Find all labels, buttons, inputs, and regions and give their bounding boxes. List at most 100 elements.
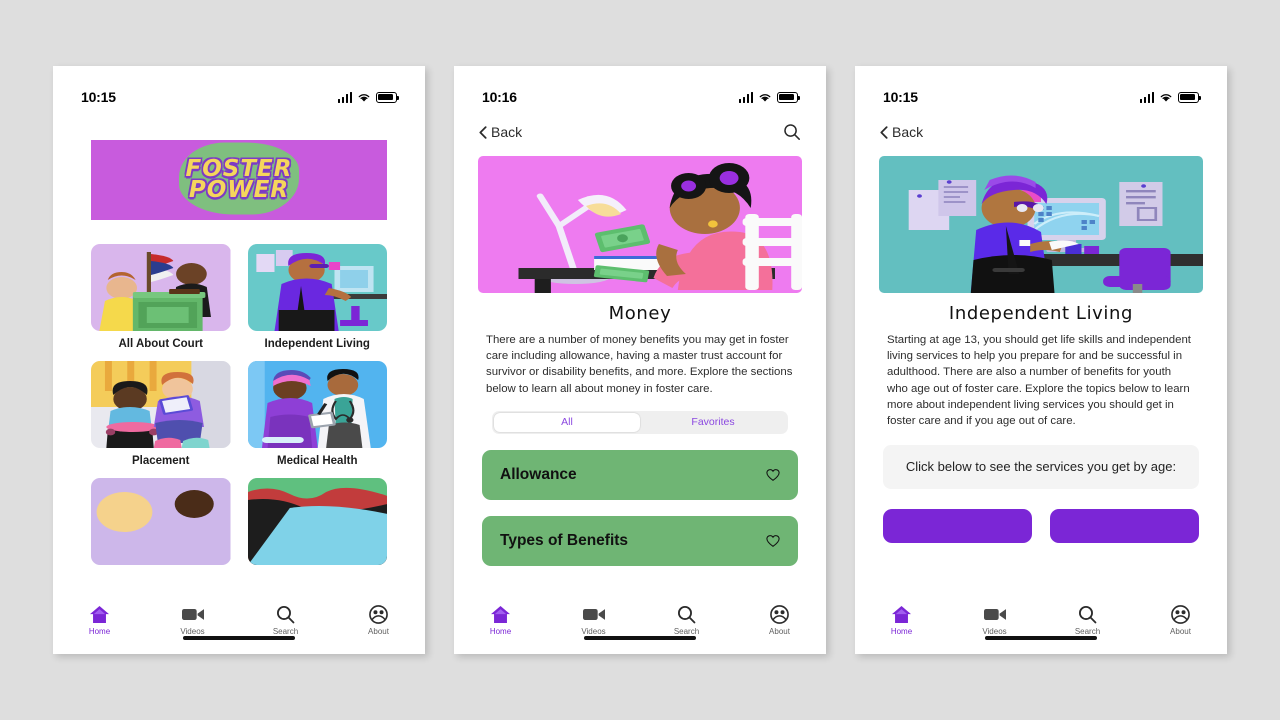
status-icons: [1139, 91, 1202, 103]
woman-counting-money-at-desk-illustration: [478, 156, 802, 293]
phone-screen-home: 10:15 FOSTER POWER All About Court Indep…: [53, 66, 425, 654]
status-bar: 10:15: [53, 66, 425, 116]
heart-outline-icon[interactable]: [766, 468, 780, 482]
wifi-icon: [759, 93, 771, 102]
tab-search[interactable]: Search: [640, 605, 733, 636]
status-icons: [738, 91, 801, 103]
logo-line-2: POWER: [188, 177, 290, 203]
page-title: Independent Living: [948, 303, 1134, 324]
tab-about[interactable]: About: [733, 605, 826, 636]
cellular-signal-icon: [337, 91, 352, 103]
bottom-tab-bar: Home Videos Search About: [53, 599, 425, 654]
tile-partial-left[interactable]: [91, 478, 231, 571]
two-youth-reading-illustration: [91, 361, 231, 449]
search-icon: [276, 605, 295, 624]
cellular-signal-icon: [738, 91, 753, 103]
cellular-signal-icon: [1139, 91, 1154, 103]
wifi-icon: [1160, 93, 1172, 102]
money-scroll-body[interactable]: Money There are a number of money benefi…: [454, 148, 826, 654]
tab-search[interactable]: Search: [1041, 605, 1134, 636]
age-range-button-2[interactable]: [1050, 509, 1199, 544]
people-circle-icon: [1171, 605, 1190, 624]
age-range-button-1[interactable]: [883, 509, 1032, 544]
tab-videos[interactable]: Videos: [948, 605, 1041, 636]
bottom-tab-bar: Home Videos Search About: [454, 599, 826, 654]
status-bar: 10:15: [855, 66, 1227, 116]
tile-independent-living[interactable]: Independent Living: [247, 244, 387, 351]
filter-segmented-control: All Favorites: [492, 410, 788, 434]
back-label: Back: [892, 124, 924, 140]
home-scroll-body[interactable]: FOSTER POWER All About Court Independent…: [53, 116, 425, 654]
tile-partial-right[interactable]: [247, 478, 387, 571]
back-button[interactable]: Back: [880, 124, 923, 140]
tile-label: All About Court: [118, 338, 204, 350]
topic-card-label: Types of Benefits: [500, 531, 629, 549]
back-button[interactable]: Back: [479, 124, 522, 140]
tab-about[interactable]: About: [332, 605, 425, 636]
tab-label: Search: [272, 627, 299, 636]
battery-icon: [777, 91, 801, 103]
cta-banner: Click below to see the services you get …: [883, 445, 1199, 490]
office-desk-illustration: [247, 244, 387, 331]
home-indicator: [985, 636, 1097, 640]
tile-medical-health[interactable]: Medical Health: [247, 361, 387, 468]
search-button[interactable]: [783, 123, 801, 141]
back-label: Back: [491, 124, 523, 140]
tab-label: Home: [489, 627, 512, 636]
search-icon: [1078, 605, 1097, 624]
category-tile-grid: All About Court Independent Living Place…: [91, 244, 387, 571]
status-bar: 10:16: [454, 66, 826, 116]
tab-videos[interactable]: Videos: [146, 605, 239, 636]
bottom-tab-bar: Home Videos Search About: [855, 599, 1227, 654]
topic-card-types-of-benefits[interactable]: Types of Benefits: [482, 515, 798, 566]
independent-living-scroll-body[interactable]: Independent Living Starting at age 13, y…: [855, 148, 1227, 654]
tile-placement[interactable]: Placement: [91, 361, 231, 468]
tab-home[interactable]: Home: [855, 605, 948, 636]
status-time: 10:15: [883, 89, 918, 105]
home-icon: [490, 605, 511, 624]
foster-power-logo-banner[interactable]: FOSTER POWER: [91, 140, 387, 220]
tab-label: Videos: [581, 627, 606, 636]
screenshot-stage: 10:15 FOSTER POWER All About Court Indep…: [0, 0, 1280, 720]
heart-outline-icon[interactable]: [766, 534, 780, 548]
tab-label: About: [368, 627, 389, 636]
video-camera-icon: [181, 605, 204, 624]
video-camera-icon: [983, 605, 1006, 624]
tab-label: Home: [88, 627, 111, 636]
tile-label: Medical Health: [276, 455, 358, 468]
people-circle-icon: [770, 605, 789, 624]
partial-tile-illustration-right: [247, 478, 387, 566]
chevron-left-icon: [479, 125, 487, 139]
tab-label: About: [1170, 627, 1191, 636]
home-indicator: [584, 636, 696, 640]
tab-label: Search: [673, 627, 700, 636]
status-time: 10:15: [81, 89, 116, 105]
phone-screen-independent-living: 10:15 Back Independent Living Starting a…: [855, 66, 1227, 654]
doctor-and-patient-illustration: [247, 361, 387, 449]
status-icons: [337, 91, 400, 103]
home-indicator: [183, 636, 295, 640]
tab-videos[interactable]: Videos: [547, 605, 640, 636]
tab-home[interactable]: Home: [454, 605, 547, 636]
battery-icon: [1178, 91, 1202, 103]
segment-all[interactable]: All: [494, 412, 640, 432]
tab-label: Home: [890, 627, 913, 636]
topic-card-allowance[interactable]: Allowance: [482, 449, 798, 500]
tab-label: Videos: [180, 627, 205, 636]
phone-screen-money: 10:16 Back Money There are a number of m…: [454, 66, 826, 654]
tab-about[interactable]: About: [1134, 605, 1227, 636]
tab-label: Videos: [982, 627, 1007, 636]
topic-card-label: Allowance: [500, 465, 577, 483]
tile-all-about-court[interactable]: All About Court: [91, 244, 231, 351]
tab-search[interactable]: Search: [239, 605, 332, 636]
detail-nav-header: Back: [855, 116, 1227, 148]
page-title: Money: [608, 303, 672, 324]
tab-label: Search: [1074, 627, 1101, 636]
tile-label: Placement: [131, 455, 190, 468]
status-time: 10:16: [482, 89, 517, 105]
segment-favorites[interactable]: Favorites: [640, 413, 786, 432]
video-camera-icon: [582, 605, 605, 624]
home-icon: [89, 605, 110, 624]
person-at-computer-desk-illustration: [879, 156, 1203, 293]
tab-home[interactable]: Home: [53, 605, 146, 636]
